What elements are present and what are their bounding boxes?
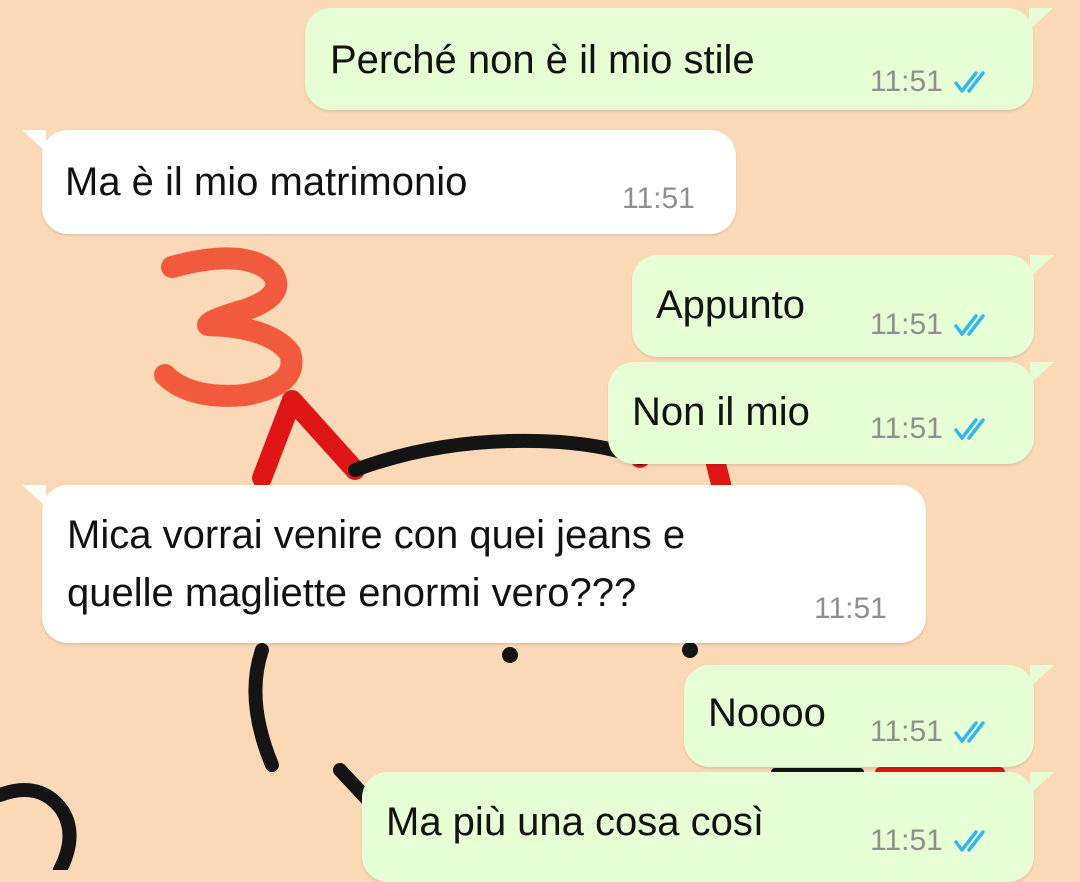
message-text: Ma più una cosa così <box>386 800 764 844</box>
message-text: Non il mio <box>632 390 810 434</box>
message-timestamp: 11:51 <box>870 308 943 341</box>
message-text: Perché non è il mio stile <box>330 38 755 82</box>
message-text: Appunto <box>656 283 806 327</box>
message-meta: 11:51 <box>870 715 995 749</box>
message-timestamp: 11:51 <box>870 715 943 748</box>
message-bubble-outgoing[interactable]: Perché non è il mio stile 11:51 <box>305 8 1053 110</box>
message-bubble-incoming[interactable]: Ma è il mio matrimonio 11:51 <box>22 130 736 234</box>
message-timestamp: 11:51 <box>870 412 943 445</box>
cat-eye-right <box>682 642 698 658</box>
double-check-read-icon <box>953 828 995 854</box>
message-text: Ma è il mio matrimonio <box>65 160 468 204</box>
message-meta: 11:51 <box>870 308 995 342</box>
message-meta: 11:51 <box>622 182 695 216</box>
message-timestamp: 11:51 <box>622 182 695 215</box>
message-timestamp: 11:51 <box>814 592 887 625</box>
message-meta: 11:51 <box>870 65 995 99</box>
message-timestamp: 11:51 <box>870 824 943 857</box>
message-bubble-outgoing[interactable]: Ma più una cosa così 11:51 <box>362 772 1054 882</box>
message-text-line-1: Mica vorrai venire con quei jeans e <box>67 513 686 557</box>
message-text: Noooo <box>708 691 826 735</box>
double-check-read-icon <box>953 416 995 442</box>
double-check-read-icon <box>953 69 995 95</box>
message-bubble-outgoing[interactable]: Appunto 11:51 <box>632 255 1054 357</box>
handwritten-number-overlay: 3 <box>150 245 320 415</box>
message-timestamp: 11:51 <box>870 65 943 98</box>
double-check-read-icon <box>953 312 995 338</box>
message-bubble-incoming[interactable]: Mica vorrai venire con quei jeans e quel… <box>22 485 926 643</box>
message-bubble-outgoing[interactable]: Noooo 11:51 <box>684 665 1054 767</box>
message-text-line-2: quelle magliette enormi vero??? <box>67 571 637 615</box>
message-meta: 11:51 <box>870 412 995 446</box>
message-meta: 11:51 <box>814 592 887 626</box>
double-check-read-icon <box>953 719 995 745</box>
number-three-drawing <box>154 247 303 407</box>
cat-eye-left <box>502 647 518 663</box>
message-meta: 11:51 <box>870 824 995 858</box>
message-bubble-outgoing[interactable]: Non il mio 11:51 <box>608 362 1054 464</box>
